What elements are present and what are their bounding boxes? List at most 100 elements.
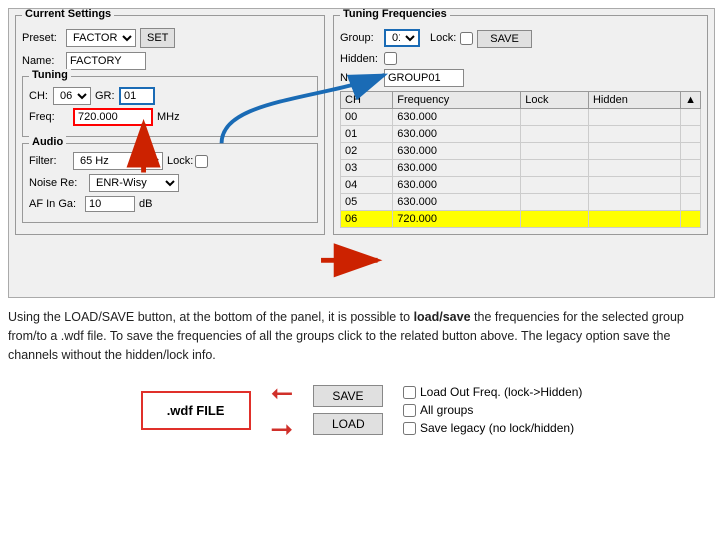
arrow-left-icon: ⭠ — [271, 378, 293, 406]
option-label-1: All groups — [420, 403, 473, 417]
cell-scroll — [681, 194, 701, 211]
cell-freq: 630.000 — [393, 109, 521, 126]
scroll-indicator: ▲ — [681, 92, 701, 109]
cell-freq: 720.000 — [393, 211, 521, 228]
table-row[interactable]: 01630.000 — [341, 126, 701, 143]
cell-hidden — [588, 143, 680, 160]
cell-scroll — [681, 109, 701, 126]
lock-label: Lock: — [167, 155, 208, 168]
desc-prefix: Using the LOAD/SAVE button, at the botto… — [8, 310, 414, 324]
screenshot-area: Current Settings Preset: FACTORY SET Nam… — [8, 8, 715, 298]
arrow-right-icon: ⭢ — [271, 414, 293, 442]
preset-label: Preset: — [22, 32, 62, 44]
audio-section: Audio Filter: 65 Hz Lock: Noise Re: ENR-… — [22, 143, 318, 223]
cell-hidden — [588, 194, 680, 211]
cell-ch: 03 — [341, 160, 393, 177]
group-name-label: Name: — [340, 72, 380, 84]
save-button-right[interactable]: SAVE — [477, 30, 532, 48]
option-checkbox-1[interactable] — [403, 404, 416, 417]
filter-label: Filter: — [29, 155, 69, 167]
option-label-2: Save legacy (no lock/hidden) — [420, 421, 574, 435]
gr-input[interactable] — [119, 87, 155, 105]
cell-hidden — [588, 126, 680, 143]
option-row-1: All groups — [403, 403, 582, 417]
noise-select[interactable]: ENR-Wisy — [89, 174, 179, 192]
set-button[interactable]: SET — [140, 28, 175, 48]
desc-bold: load/save — [414, 310, 471, 324]
col-frequency: Frequency — [393, 92, 521, 109]
cell-hidden — [588, 211, 680, 228]
tuning-section: Tuning CH: 06 GR: Freq: MHz — [22, 76, 318, 137]
col-ch: CH — [341, 92, 393, 109]
option-row-2: Save legacy (no lock/hidden) — [403, 421, 582, 435]
cell-lock — [521, 211, 589, 228]
save-bottom-button[interactable]: SAVE — [313, 385, 383, 407]
option-checkbox-2[interactable] — [403, 422, 416, 435]
load-button[interactable]: LOAD — [313, 413, 383, 435]
ch-label: CH: — [29, 90, 49, 102]
table-row[interactable]: 06720.000 — [341, 211, 701, 228]
option-label-0: Load Out Freq. (lock->Hidden) — [420, 385, 582, 399]
freq-input[interactable] — [73, 108, 153, 126]
cell-scroll — [681, 126, 701, 143]
hidden-checkbox-right[interactable] — [384, 52, 397, 65]
cell-scroll — [681, 160, 701, 177]
tuning-title: Tuning — [29, 69, 71, 81]
filter-select[interactable]: 65 Hz — [73, 152, 163, 170]
arrow-double: ⭠ ⭢ — [271, 378, 293, 442]
freq-label: Freq: — [29, 111, 69, 123]
option-checkbox-0[interactable] — [403, 386, 416, 399]
freq-unit: MHz — [157, 111, 180, 123]
cell-lock — [521, 177, 589, 194]
cell-hidden — [588, 109, 680, 126]
cell-scroll — [681, 143, 701, 160]
lock-label-right: Lock: — [430, 32, 456, 44]
preset-select[interactable]: FACTORY — [66, 29, 136, 47]
cell-lock — [521, 143, 589, 160]
lock-checkbox[interactable] — [195, 155, 208, 168]
name-label: Name: — [22, 55, 62, 67]
table-row[interactable]: 02630.000 — [341, 143, 701, 160]
cell-ch: 01 — [341, 126, 393, 143]
col-lock: Lock — [521, 92, 589, 109]
group-label: Group: — [340, 32, 380, 44]
right-panel: Tuning Frequencies Group: 01 Lock: SAVE … — [333, 15, 708, 235]
cell-freq: 630.000 — [393, 194, 521, 211]
cell-hidden — [588, 177, 680, 194]
left-panel: Current Settings Preset: FACTORY SET Nam… — [15, 15, 325, 235]
noise-label: Noise Re: — [29, 177, 85, 189]
hidden-label-right: Hidden: — [340, 53, 378, 65]
cell-freq: 630.000 — [393, 126, 521, 143]
cell-lock — [521, 126, 589, 143]
group-select[interactable]: 01 — [384, 29, 420, 47]
audio-title: Audio — [29, 136, 66, 148]
table-row[interactable]: 03630.000 — [341, 160, 701, 177]
cell-hidden — [588, 160, 680, 177]
options-col: Load Out Freq. (lock->Hidden) All groups… — [403, 385, 582, 435]
cell-lock — [521, 109, 589, 126]
table-row[interactable]: 05630.000 — [341, 194, 701, 211]
name-input[interactable] — [66, 52, 146, 70]
cell-scroll — [681, 211, 701, 228]
cell-freq: 630.000 — [393, 177, 521, 194]
gr-label: GR: — [95, 90, 115, 102]
af-label: AF In Ga: — [29, 198, 81, 210]
col-hidden: Hidden — [588, 92, 680, 109]
cell-ch: 00 — [341, 109, 393, 126]
ch-select[interactable]: 06 — [53, 87, 91, 105]
left-panel-title: Current Settings — [22, 8, 114, 20]
option-row-0: Load Out Freq. (lock->Hidden) — [403, 385, 582, 399]
wdf-file-button[interactable]: .wdf FILE — [141, 391, 251, 430]
cell-ch: 04 — [341, 177, 393, 194]
cell-ch: 02 — [341, 143, 393, 160]
right-panel-title: Tuning Frequencies — [340, 8, 450, 20]
table-row[interactable]: 00630.000 — [341, 109, 701, 126]
cell-lock — [521, 194, 589, 211]
table-row[interactable]: 04630.000 — [341, 177, 701, 194]
lock-checkbox-right[interactable] — [460, 32, 473, 45]
cell-scroll — [681, 177, 701, 194]
cell-freq: 630.000 — [393, 160, 521, 177]
cell-ch: 06 — [341, 211, 393, 228]
group-name-input[interactable] — [384, 69, 464, 87]
frequency-table: CH Frequency Lock Hidden ▲ 00630.0000163… — [340, 91, 701, 228]
